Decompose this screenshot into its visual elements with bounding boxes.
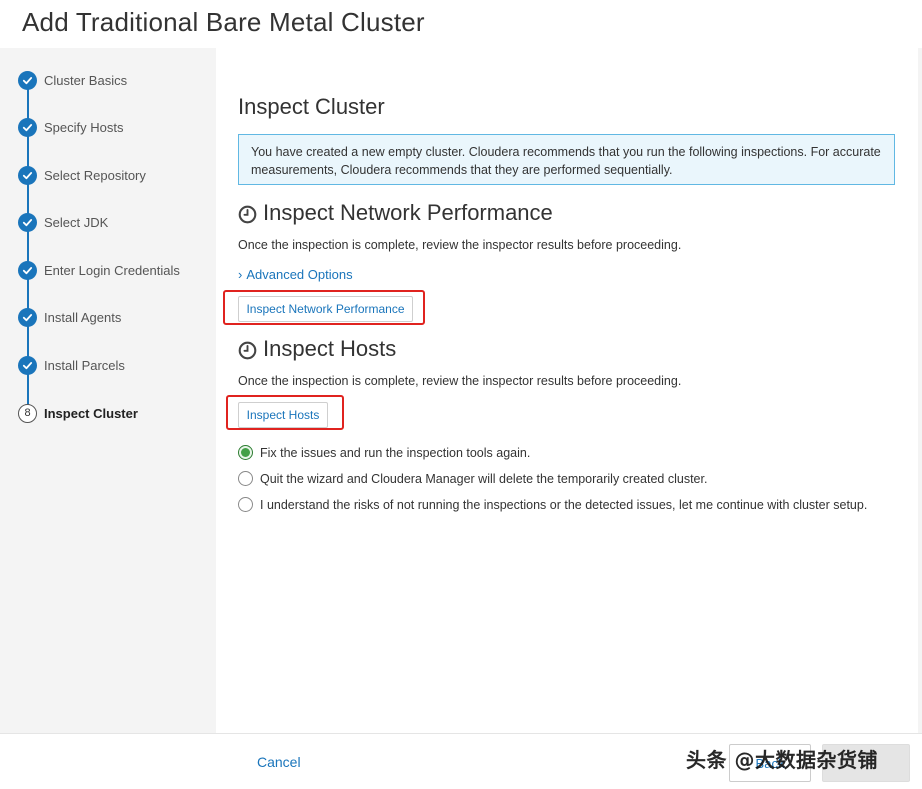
step-select-repository[interactable]: Select Repository <box>18 164 213 186</box>
section-title: Inspect Cluster <box>238 94 385 119</box>
watermark: 头条 @大数据杂货铺 <box>686 748 878 772</box>
clock-icon <box>238 204 257 223</box>
check-icon <box>18 260 37 280</box>
check-icon <box>18 117 37 137</box>
step-select-jdk[interactable]: Select JDK <box>18 211 213 233</box>
hosts-heading: Inspect Hosts <box>238 336 396 362</box>
inspect-hosts-button[interactable]: Inspect Hosts <box>238 402 328 428</box>
network-heading: Inspect Network Performance <box>238 200 553 226</box>
step-label: Select JDK <box>44 214 109 230</box>
inspect-network-performance-button[interactable]: Inspect Network Performance <box>238 296 413 322</box>
option-label: Quit the wizard and Cloudera Manager wil… <box>260 471 708 486</box>
scrollbar-track[interactable] <box>918 48 922 733</box>
info-alert: You have created a new empty cluster. Cl… <box>238 134 895 185</box>
chevron-right-icon: › <box>238 267 243 282</box>
step-label: Cluster Basics <box>44 72 128 88</box>
check-icon <box>18 307 37 327</box>
wizard-steps: Cluster Basics Specify Hosts Select Repo… <box>0 48 216 448</box>
radio-button[interactable] <box>238 445 253 460</box>
main-panel: Inspect Cluster You have created a new e… <box>216 70 918 733</box>
radio-button[interactable] <box>238 471 253 486</box>
step-label: Enter Login Credentials <box>44 262 180 278</box>
option-continue-setup[interactable]: I understand the risks of not running th… <box>238 497 867 512</box>
advanced-options-link[interactable]: › Advanced Options <box>238 267 353 282</box>
cancel-button[interactable]: Cancel <box>257 754 301 770</box>
option-label: Fix the issues and run the inspection to… <box>260 445 531 460</box>
page-title: Add Traditional Bare Metal Cluster <box>22 7 425 37</box>
network-description: Once the inspection is complete, review … <box>238 238 682 252</box>
radio-button[interactable] <box>238 497 253 512</box>
step-label: Inspect Cluster <box>44 405 138 421</box>
hosts-description: Once the inspection is complete, review … <box>238 374 682 388</box>
step-install-agents[interactable]: Install Agents <box>18 306 213 328</box>
wizard-sidebar: Cluster Basics Specify Hosts Select Repo… <box>0 48 216 733</box>
step-label: Install Agents <box>44 309 122 325</box>
step-label: Select Repository <box>44 167 146 183</box>
step-label: Install Parcels <box>44 357 125 373</box>
advanced-options-label: Advanced Options <box>246 267 353 282</box>
step-specify-hosts[interactable]: Specify Hosts <box>18 116 213 138</box>
page-header: Add Traditional Bare Metal Cluster <box>0 0 922 48</box>
hosts-heading-text: Inspect Hosts <box>263 336 397 361</box>
wizard-footer: Cancel Back 头条 @大数据杂货铺 <box>0 733 922 789</box>
option-label: I understand the risks of not running th… <box>260 497 868 512</box>
step-cluster-basics[interactable]: Cluster Basics <box>18 69 213 91</box>
option-quit-wizard[interactable]: Quit the wizard and Cloudera Manager wil… <box>238 471 707 486</box>
step-number-badge: 8 <box>18 403 37 423</box>
check-icon <box>18 70 37 90</box>
step-install-parcels[interactable]: Install Parcels <box>18 354 213 376</box>
network-heading-text: Inspect Network Performance <box>263 200 553 225</box>
check-icon <box>18 165 37 185</box>
check-icon <box>18 355 37 375</box>
check-icon <box>18 212 37 232</box>
clock-icon <box>238 340 257 359</box>
step-enter-login-credentials[interactable]: Enter Login Credentials <box>18 259 213 281</box>
step-inspect-cluster[interactable]: 8 Inspect Cluster <box>18 402 213 424</box>
step-label: Specify Hosts <box>44 119 124 135</box>
option-fix-issues[interactable]: Fix the issues and run the inspection to… <box>238 445 530 460</box>
